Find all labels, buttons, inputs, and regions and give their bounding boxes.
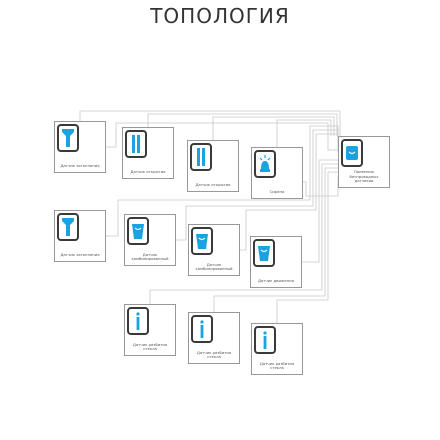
device-label: Датчик открытия (130, 169, 166, 175)
motion-sensor-icon (191, 227, 213, 255)
device-node[interactable]: Датчик открытия (122, 127, 174, 179)
motion-sensor-icon (127, 217, 149, 245)
device-label: Датчик комбинированный (195, 261, 233, 272)
device-label: Датчик затопления (60, 163, 100, 169)
glass-sensor-icon (254, 326, 276, 354)
device-label: Датчик разбития стекла (132, 341, 168, 352)
device-node[interactable]: Датчик комбинированный (188, 224, 240, 276)
device-label: Датчик движения (257, 278, 295, 284)
device-node[interactable]: Датчик разбития стекла (188, 312, 240, 364)
device-node[interactable]: Датчик открытия (187, 140, 239, 192)
door-sensor-icon (125, 130, 147, 158)
siren-icon (254, 150, 276, 178)
glass-sensor-icon (191, 315, 213, 343)
motion-sensor-icon (253, 239, 275, 267)
device-node[interactable]: Сирена (251, 147, 303, 199)
device-node[interactable]: Датчик разбития стекла (251, 323, 303, 375)
device-label: Приемник беспроводных датчиков (349, 169, 379, 184)
room-sensor-icon (57, 124, 79, 152)
device-label: Датчик открытия (195, 182, 231, 188)
device-node[interactable]: Датчик разбития стекла (124, 304, 176, 356)
door-sensor-icon (190, 143, 212, 171)
device-node[interactable]: Приемник беспроводных датчиков (338, 136, 390, 188)
room-sensor-icon (57, 213, 79, 241)
device-node[interactable]: Датчик движения (250, 236, 302, 288)
device-node[interactable]: Датчик затопления (54, 121, 106, 173)
hub-icon (341, 139, 363, 167)
device-label: Датчик разбития стекла (259, 360, 295, 371)
device-node[interactable]: Датчик затопления (54, 210, 106, 262)
device-label: Датчик затопления (60, 252, 100, 258)
device-label: Датчик разбития стекла (196, 349, 232, 360)
device-label: Датчик комбинированный (131, 251, 169, 262)
device-node[interactable]: Датчик комбинированный (124, 214, 176, 266)
device-label: Сирена (269, 189, 285, 195)
glass-sensor-icon (127, 307, 149, 335)
